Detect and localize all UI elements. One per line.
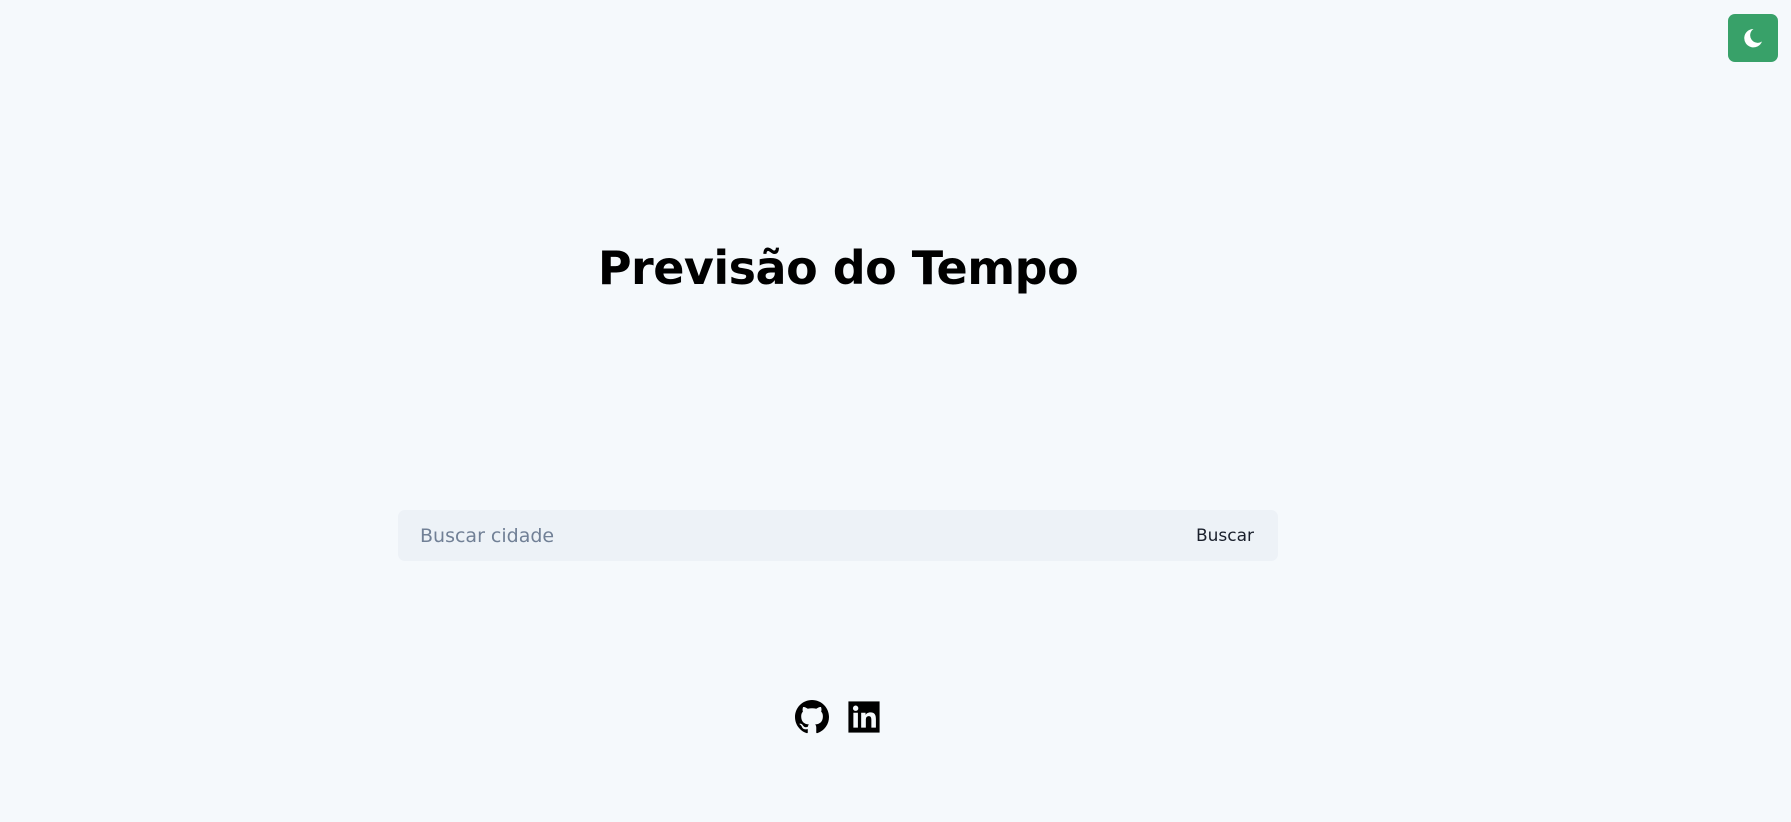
search-bar: Buscar — [398, 510, 1278, 561]
linkedin-icon — [847, 700, 881, 734]
linkedin-link[interactable] — [847, 700, 881, 734]
github-icon — [795, 700, 829, 734]
search-input[interactable] — [398, 510, 1180, 561]
page-title: Previsão do Tempo — [597, 241, 1079, 295]
search-button[interactable]: Buscar — [1180, 510, 1278, 561]
theme-toggle-button[interactable] — [1728, 14, 1778, 62]
page: Previsão do Tempo Buscar — [0, 0, 1791, 822]
moon-icon — [1742, 27, 1764, 49]
github-link[interactable] — [795, 700, 829, 734]
social-links — [0, 700, 1676, 734]
